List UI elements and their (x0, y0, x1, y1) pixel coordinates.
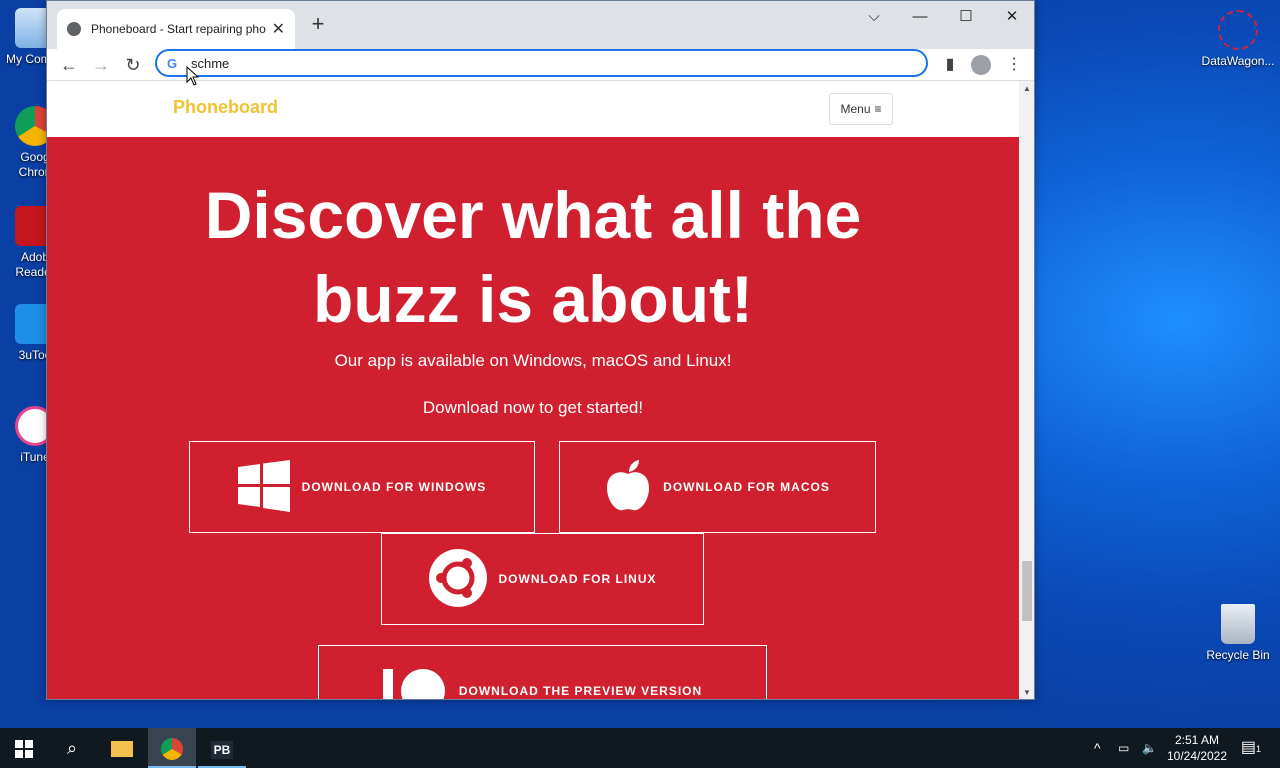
kebab-menu-icon[interactable]: ⋮ (1001, 52, 1027, 78)
recycle-bin-icon (1221, 604, 1255, 644)
hero-headline: Discover what all the buzz is about! (47, 173, 1019, 341)
phoneboard-label: PB (210, 741, 234, 759)
download-preview-label: DOWNLOAD THE PREVIEW VERSION (458, 684, 703, 698)
reload-button[interactable]: ↻ (120, 52, 146, 78)
datawagon-icon (1218, 10, 1258, 50)
download-windows-label: DOWNLOAD FOR WINDOWS (301, 480, 487, 494)
clock-time: 2:51 AM (1174, 733, 1220, 747)
download-linux-button[interactable]: DOWNLOAD FOR LINUX (381, 533, 704, 625)
network-icon[interactable]: ▭ (1118, 728, 1129, 768)
notifications-icon[interactable]: ▤1 (1236, 728, 1266, 768)
download-macos-button[interactable]: DOWNLOAD FOR MACOS (559, 441, 876, 533)
file-explorer-icon[interactable] (98, 728, 146, 768)
address-bar[interactable]: G (155, 49, 928, 77)
start-button[interactable] (0, 728, 48, 768)
phoneboard-taskbar-icon[interactable]: PB (198, 728, 246, 768)
scrollbar-thumb[interactable] (1022, 561, 1032, 621)
hero-section: Discover what all the buzz is about! Our… (47, 137, 1019, 699)
download-preview-button[interactable]: DOWNLOAD THE PREVIEW VERSION (318, 645, 767, 699)
back-button[interactable]: ← (56, 52, 82, 78)
menu-button[interactable]: Menu ≡ (829, 93, 893, 125)
close-window-button[interactable]: ✕ (989, 5, 1034, 29)
address-input[interactable] (191, 55, 891, 71)
windows-icon (237, 459, 290, 515)
forward-button[interactable]: → (88, 52, 114, 78)
scroll-up-icon[interactable]: ▲ (1019, 81, 1034, 97)
avatar (971, 54, 991, 75)
browser-window: Phoneboard - Start repairing pho ✕ + ⌵ —… (46, 0, 1035, 700)
tab-title: Phoneboard - Start repairing pho (91, 22, 266, 36)
search-icon[interactable]: ⌕ (48, 728, 96, 768)
chrome-taskbar-icon[interactable] (148, 728, 196, 768)
download-linux-label: DOWNLOAD FOR LINUX (498, 572, 657, 586)
side-panel-icon[interactable]: ▮ (937, 52, 963, 78)
globe-icon (67, 22, 81, 36)
minimize-button[interactable]: — (897, 5, 943, 29)
profile-button[interactable] (968, 52, 994, 78)
brand-logo[interactable]: Phoneboard (173, 97, 278, 118)
mouse-cursor-icon (186, 65, 200, 91)
apple-icon (605, 459, 651, 515)
availability-text: Our app is available on Windows, macOS a… (334, 351, 732, 370)
new-tab-button[interactable]: + (307, 13, 329, 35)
menu-label: Menu (840, 102, 871, 116)
page-scrollbar[interactable]: ▲ ▼ (1019, 81, 1034, 699)
taskbar: ⌕ PB ^ ▭ 🔈 2:51 AM 10/24/2022 ▤1 (0, 728, 1280, 768)
google-icon: G (167, 55, 178, 71)
tray-overflow-icon[interactable]: ^ (1094, 728, 1101, 768)
desktop-icon-label: DataWagon... (1201, 54, 1275, 68)
tab-search-chevron-icon[interactable]: ⌵ (851, 5, 897, 29)
desktop-icon-datawagon[interactable]: DataWagon... (1200, 10, 1276, 69)
scroll-down-icon[interactable]: ▼ (1019, 685, 1034, 699)
page-viewport: Phoneboard Menu ≡ Discover what all the … (47, 81, 1019, 699)
download-windows-button[interactable]: DOWNLOAD FOR WINDOWS (189, 441, 535, 533)
notification-count: 1 (1256, 744, 1262, 754)
headline-line-2: buzz is about! (313, 262, 753, 336)
desktop-icon-label: Recycle Bin (1206, 648, 1270, 662)
browser-titlebar: Phoneboard - Start repairing pho ✕ + ⌵ —… (47, 1, 1034, 49)
preview-icon (382, 661, 447, 699)
hamburger-icon: ≡ (874, 102, 882, 116)
maximize-button[interactable]: ☐ (943, 5, 989, 29)
tab-close-icon[interactable]: ✕ (272, 19, 285, 39)
ubuntu-icon (428, 548, 487, 610)
headline-line-1: Discover what all the (204, 178, 862, 252)
download-macos-label: DOWNLOAD FOR MACOS (663, 480, 830, 494)
browser-tab[interactable]: Phoneboard - Start repairing pho ✕ (57, 9, 295, 49)
desktop-icon-recycle-bin[interactable]: Recycle Bin (1200, 604, 1276, 663)
volume-icon[interactable]: 🔈 (1142, 728, 1157, 768)
clock[interactable]: 2:51 AM 10/24/2022 (1162, 732, 1232, 764)
clock-date: 10/24/2022 (1166, 749, 1228, 763)
cta-text: Download now to get started! (422, 398, 644, 417)
